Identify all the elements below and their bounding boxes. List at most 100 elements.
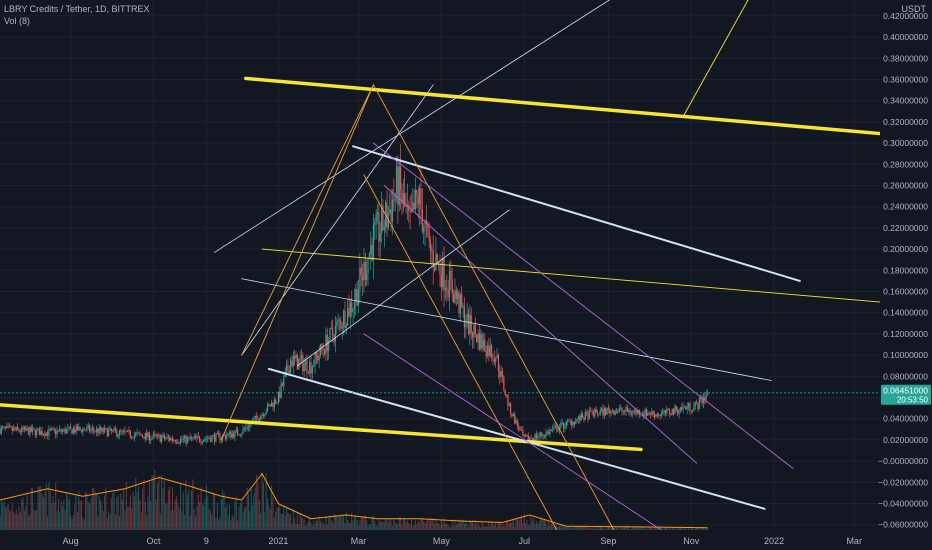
trendline[interactable] xyxy=(352,145,801,282)
volume-bar xyxy=(402,518,404,530)
price-chart[interactable]: USDT0.420000000.400000000.380000000.3600… xyxy=(0,0,932,550)
volume-bar xyxy=(664,527,666,530)
volume-bar xyxy=(21,499,23,530)
volume-bar xyxy=(171,487,173,530)
volume-bar xyxy=(580,526,582,530)
time-tick-label: Aug xyxy=(63,536,79,546)
volume-bar xyxy=(218,519,220,530)
volume-bar xyxy=(284,515,286,530)
candle xyxy=(629,410,631,414)
volume-bar xyxy=(326,524,328,530)
symbol-title[interactable]: LBRY Credits / Tether, 1D, BITTREX xyxy=(4,3,150,15)
volume-bar xyxy=(169,486,171,530)
volume-bar xyxy=(408,522,410,530)
candle xyxy=(397,166,399,206)
candle xyxy=(436,253,438,264)
candle xyxy=(405,205,407,207)
candle xyxy=(409,210,411,212)
candle xyxy=(280,383,282,398)
candle xyxy=(675,405,677,410)
volume-bar xyxy=(674,529,676,530)
candle xyxy=(458,292,460,314)
volume-bar xyxy=(511,521,513,530)
volume-bar xyxy=(215,518,217,530)
volume-bar xyxy=(139,500,141,530)
trendline[interactable] xyxy=(244,76,882,136)
trendline[interactable] xyxy=(241,84,434,356)
candle xyxy=(136,432,138,434)
candle xyxy=(493,358,495,362)
candle xyxy=(322,349,324,350)
volume-bar xyxy=(398,517,400,530)
candle xyxy=(90,429,92,432)
candle xyxy=(334,325,337,342)
candle xyxy=(260,415,262,420)
volume-bar xyxy=(692,528,694,530)
volume-bar xyxy=(86,493,88,530)
candle xyxy=(451,278,453,295)
volume-bar xyxy=(17,514,19,530)
volume-bar xyxy=(420,518,422,530)
price-tick-label: 0.18000000 xyxy=(883,265,928,275)
volume-bar xyxy=(587,527,589,530)
trendline[interactable] xyxy=(220,84,374,441)
candle xyxy=(660,413,662,417)
volume-bar xyxy=(189,515,191,530)
candle xyxy=(211,436,213,442)
trendline[interactable] xyxy=(297,209,510,367)
volume-bar xyxy=(233,516,235,530)
candle xyxy=(78,427,80,431)
volume-title[interactable]: Vol (8) xyxy=(4,15,150,27)
candle xyxy=(592,412,595,417)
candle xyxy=(476,334,478,342)
price-tick-label: −0.04000000 xyxy=(878,499,928,509)
volume-bar xyxy=(495,523,497,530)
candle xyxy=(319,344,322,356)
candle xyxy=(204,438,206,440)
candle xyxy=(504,389,506,395)
trendline[interactable] xyxy=(214,0,635,253)
volume-bar xyxy=(311,525,313,530)
volume-bar xyxy=(425,521,427,530)
candle xyxy=(11,427,13,431)
trendline[interactable] xyxy=(241,84,374,356)
volume-bar xyxy=(66,492,68,530)
candle xyxy=(216,432,218,434)
candle xyxy=(512,414,514,417)
time-axis[interactable]: Aug Oct 9 2021 Mar May Jul Sep Nov 2022 Mar xyxy=(0,530,932,550)
candle xyxy=(567,420,569,422)
price-axis[interactable]: USDT0.420000000.400000000.380000000.3600… xyxy=(878,0,932,550)
candle xyxy=(180,438,182,443)
candle xyxy=(25,427,27,431)
time-tick-label: 2021 xyxy=(268,536,288,546)
candle xyxy=(165,438,167,439)
candle xyxy=(133,434,136,439)
candle xyxy=(52,428,54,430)
trendline[interactable] xyxy=(373,84,615,531)
volume-bar xyxy=(25,506,27,530)
trendline[interactable] xyxy=(267,367,766,510)
candle xyxy=(534,434,536,441)
candle xyxy=(283,376,285,386)
volume-bar xyxy=(455,524,457,530)
candle xyxy=(596,412,599,415)
volume-bar xyxy=(30,487,32,530)
volume-bar xyxy=(626,527,628,530)
candle xyxy=(83,428,85,431)
volume-bar xyxy=(108,511,110,530)
trendline[interactable] xyxy=(373,142,794,469)
trendline[interactable] xyxy=(383,185,698,464)
candle xyxy=(162,434,164,438)
volume-bar xyxy=(224,507,226,530)
volume-bar xyxy=(162,488,164,530)
candle xyxy=(519,429,521,431)
candle xyxy=(64,428,66,434)
candle xyxy=(356,288,358,306)
candle xyxy=(91,428,93,430)
volume-bar xyxy=(128,506,130,530)
volume-bar xyxy=(260,513,262,530)
candle xyxy=(146,432,148,438)
candle xyxy=(668,409,671,414)
time-tick-label: May xyxy=(433,536,451,546)
candle xyxy=(143,436,145,440)
